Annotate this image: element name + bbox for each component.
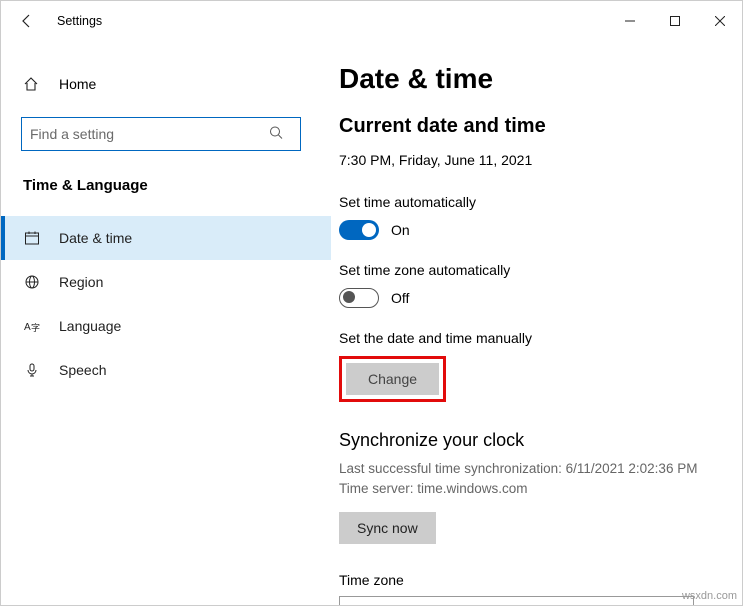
microphone-icon bbox=[23, 362, 41, 378]
sync-title: Synchronize your clock bbox=[339, 430, 742, 451]
watermark: wsxdn.com bbox=[682, 590, 737, 602]
home-nav[interactable]: Home bbox=[1, 69, 331, 99]
calendar-icon bbox=[23, 230, 41, 246]
sidebar-item-label: Region bbox=[59, 274, 103, 290]
body: Home Time & Language Date & time Region … bbox=[1, 41, 742, 605]
globe-icon bbox=[23, 274, 41, 290]
titlebar: Settings bbox=[1, 1, 742, 41]
auto-time-state: On bbox=[391, 222, 410, 238]
search-icon bbox=[269, 126, 283, 143]
language-icon: A字 bbox=[23, 318, 41, 334]
sidebar-item-label: Language bbox=[59, 318, 121, 334]
home-icon bbox=[23, 76, 41, 92]
sidebar: Home Time & Language Date & time Region … bbox=[1, 41, 331, 605]
search-input[interactable] bbox=[21, 117, 301, 151]
auto-time-toggle[interactable] bbox=[339, 220, 379, 240]
home-label: Home bbox=[59, 76, 96, 92]
timezone-label: Time zone bbox=[339, 572, 742, 588]
minimize-button[interactable] bbox=[607, 5, 652, 37]
svg-text:A: A bbox=[24, 322, 31, 333]
back-button[interactable] bbox=[17, 13, 37, 29]
auto-tz-toggle[interactable] bbox=[339, 288, 379, 308]
toggle-knob bbox=[362, 223, 376, 237]
arrow-left-icon bbox=[19, 13, 35, 29]
section-header: Time & Language bbox=[1, 177, 331, 194]
timezone-select[interactable]: (UTC+05:30) Chennai, Kolkata, Mumbai, Ne… bbox=[339, 596, 694, 606]
svg-text:字: 字 bbox=[31, 322, 40, 333]
sidebar-item-speech[interactable]: Speech bbox=[1, 348, 331, 392]
page-title: Date & time bbox=[339, 63, 742, 95]
change-button[interactable]: Change bbox=[346, 363, 439, 395]
window-controls bbox=[607, 5, 742, 37]
settings-window: Settings Home Time & Language Date & tim… bbox=[0, 0, 743, 606]
sidebar-item-language[interactable]: A字 Language bbox=[1, 304, 331, 348]
timezone-value: (UTC+05:30) Chennai, Kolkata, Mumbai, Ne… bbox=[348, 605, 669, 606]
sync-last: Last successful time synchronization: 6/… bbox=[339, 459, 742, 479]
auto-tz-state: Off bbox=[391, 290, 409, 306]
sidebar-item-date-time[interactable]: Date & time bbox=[1, 216, 331, 260]
window-title: Settings bbox=[57, 14, 102, 28]
maximize-button[interactable] bbox=[652, 5, 697, 37]
subtitle: Current date and time bbox=[339, 115, 742, 138]
sync-server: Time server: time.windows.com bbox=[339, 479, 742, 499]
highlight-box: Change bbox=[339, 356, 446, 402]
auto-tz-label: Set time zone automatically bbox=[339, 262, 742, 278]
sync-now-button[interactable]: Sync now bbox=[339, 512, 436, 544]
toggle-knob bbox=[343, 291, 355, 303]
search-box bbox=[21, 117, 311, 151]
sidebar-item-region[interactable]: Region bbox=[1, 260, 331, 304]
sync-info: Last successful time synchronization: 6/… bbox=[339, 459, 742, 500]
sidebar-item-label: Speech bbox=[59, 362, 106, 378]
main-content: Date & time Current date and time 7:30 P… bbox=[331, 41, 742, 605]
current-datetime: 7:30 PM, Friday, June 11, 2021 bbox=[339, 152, 742, 168]
sidebar-item-label: Date & time bbox=[59, 230, 132, 246]
manual-label: Set the date and time manually bbox=[339, 330, 742, 346]
close-button[interactable] bbox=[697, 5, 742, 37]
auto-time-label: Set time automatically bbox=[339, 194, 742, 210]
